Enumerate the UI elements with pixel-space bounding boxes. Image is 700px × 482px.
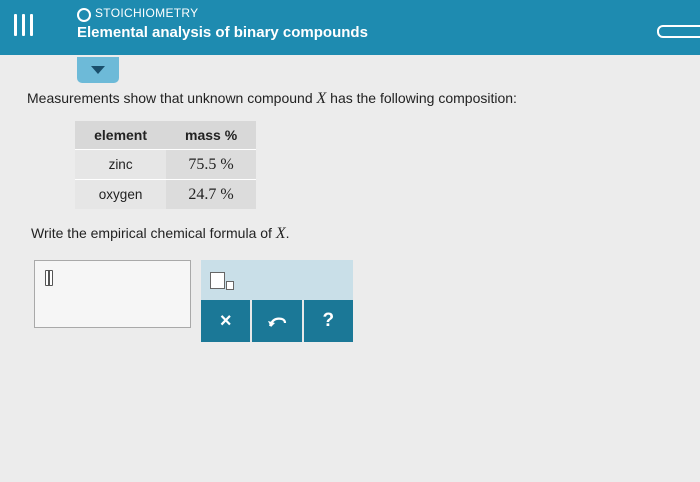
question-text-end: . <box>285 225 290 241</box>
menu-icon[interactable] <box>14 14 34 36</box>
action-toolbar: × ? <box>201 300 353 342</box>
question-text-start: Write the empirical chemical formula of <box>31 225 276 241</box>
composition-table: element mass % zinc 75.5 % oxygen 24.7 % <box>75 121 256 209</box>
prompt-text: Measurements show that unknown compound <box>27 90 317 106</box>
compound-variable: X <box>316 90 327 107</box>
caret-down-icon <box>91 66 105 74</box>
column-header-mass: mass % <box>166 121 256 150</box>
progress-pill-icon[interactable] <box>657 25 700 38</box>
topic-label: STOICHIOMETRY <box>95 6 199 20</box>
help-button[interactable]: ? <box>301 300 353 342</box>
prompt-text-end: has the following composition: <box>326 90 517 106</box>
close-icon: × <box>219 309 232 332</box>
clear-button[interactable]: × <box>201 300 250 342</box>
topic-circle-icon <box>77 8 91 22</box>
table-header-row: element mass % <box>75 121 256 150</box>
element-cell: zinc <box>75 149 167 180</box>
undo-button[interactable] <box>250 300 301 342</box>
subscript-template-icon[interactable] <box>210 272 234 292</box>
template-toolbar <box>201 260 353 300</box>
text-cursor-icon <box>45 270 53 286</box>
undo-icon <box>267 317 287 327</box>
header-bar: STOICHIOMETRY Elemental analysis of bina… <box>0 0 700 55</box>
element-cell: oxygen <box>75 179 167 209</box>
formula-answer-input[interactable] <box>34 260 191 328</box>
expand-dropdown-button[interactable] <box>77 57 119 83</box>
question-mark-icon: ? <box>322 310 335 331</box>
question-variable: X <box>275 225 286 242</box>
column-header-element: element <box>75 121 167 150</box>
table-row: zinc 75.5 % <box>75 149 256 180</box>
mass-cell: 75.5 % <box>166 149 256 180</box>
question-text: Write the empirical chemical formula of … <box>31 225 290 243</box>
page-title: Elemental analysis of binary compounds <box>77 24 368 41</box>
problem-statement: Measurements show that unknown compound … <box>27 90 517 108</box>
mass-cell: 24.7 % <box>166 179 256 209</box>
table-row: oxygen 24.7 % <box>75 179 256 209</box>
